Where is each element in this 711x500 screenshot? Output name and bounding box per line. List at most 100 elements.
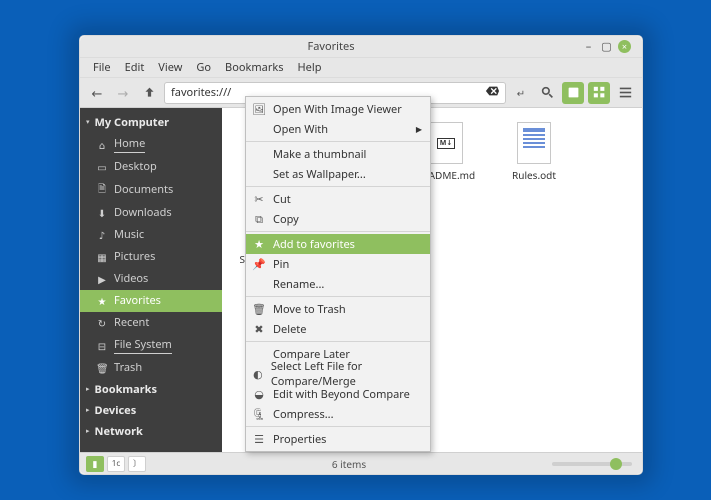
ctx-item[interactable]: ✖ Delete bbox=[246, 319, 430, 339]
toggle-path-button[interactable]: ↵ bbox=[510, 82, 532, 104]
ctx-label: Open With Image Viewer bbox=[273, 102, 402, 117]
pin-icon: 📌 bbox=[252, 257, 266, 271]
pictures-icon: ▦ bbox=[96, 250, 108, 264]
prop-icon: ☰ bbox=[252, 432, 266, 446]
view-list-button[interactable] bbox=[614, 82, 636, 104]
nav-up-button[interactable] bbox=[138, 82, 160, 104]
statusbar: ▮ 1c 〕 6 items bbox=[80, 452, 642, 474]
del-icon: ✖ bbox=[252, 322, 266, 336]
ctx-item[interactable]: ◐Select Left File for Compare/Merge bbox=[246, 364, 430, 384]
zoom-slider[interactable] bbox=[552, 462, 632, 466]
menu-view[interactable]: View bbox=[151, 58, 189, 77]
ctx-label: Copy bbox=[273, 212, 299, 227]
img-icon: 🖼 bbox=[252, 102, 266, 116]
disk-icon: ⊟ bbox=[96, 339, 108, 353]
ctx-item[interactable]: 🖼 Open With Image Viewer bbox=[246, 99, 430, 119]
show-tree-button[interactable]: 1c bbox=[107, 456, 125, 472]
close-button[interactable]: × bbox=[618, 40, 631, 53]
ctx-item[interactable]: Rename... bbox=[246, 274, 430, 294]
ctx-item[interactable]: Set as Wallpaper... bbox=[246, 164, 430, 184]
blank-icon bbox=[252, 277, 266, 291]
ctx-label: Edit with Beyond Compare bbox=[273, 387, 410, 402]
menu-file[interactable]: File bbox=[86, 58, 118, 77]
zip-icon: 🗜 bbox=[252, 407, 266, 421]
nav-back-button[interactable]: ← bbox=[86, 82, 108, 104]
music-icon: ♪ bbox=[96, 228, 108, 242]
document-icon bbox=[517, 122, 551, 164]
status-text: 6 items bbox=[146, 457, 552, 471]
window-title: Favorites bbox=[80, 39, 582, 54]
ctx-item[interactable]: ◒Edit with Beyond Compare bbox=[246, 384, 430, 404]
ctx-label: Select Left File for Compare/Merge bbox=[271, 359, 422, 389]
file-item[interactable]: Rules.odt bbox=[490, 118, 578, 188]
blank-icon bbox=[252, 147, 266, 161]
sidebar-item-downloads[interactable]: ⬇Downloads bbox=[80, 202, 222, 224]
nav-forward-button[interactable]: → bbox=[112, 82, 134, 104]
sidebar-item-documents[interactable]: 🗎Documents bbox=[80, 178, 222, 202]
sidebar-item-desktop[interactable]: ▭Desktop bbox=[80, 156, 222, 178]
sidebar-section-network[interactable]: Network bbox=[80, 421, 222, 442]
ctx-label: Cut bbox=[273, 192, 291, 207]
sidebar-item-trash[interactable]: 🗑Trash bbox=[80, 357, 222, 379]
ctx-item[interactable]: ⧉Copy bbox=[246, 209, 430, 229]
view-grid-button[interactable] bbox=[588, 82, 610, 104]
ctx-label: Pin bbox=[273, 257, 289, 272]
videos-icon: ▶ bbox=[96, 272, 108, 286]
sidebar-item-pictures[interactable]: ▦Pictures bbox=[80, 246, 222, 268]
show-split-button[interactable]: 〕 bbox=[128, 456, 146, 472]
ctx-item[interactable]: 🗜 Compress... bbox=[246, 404, 430, 424]
ctx-item[interactable]: ☰ Properties bbox=[246, 429, 430, 449]
documents-icon: 🗎 bbox=[96, 181, 108, 199]
desktop-icon: ▭ bbox=[96, 160, 108, 174]
home-icon: ⌂ bbox=[96, 138, 108, 152]
ctx-item[interactable]: Make a thumbnail bbox=[246, 144, 430, 164]
submenu-arrow-icon: ▶ bbox=[416, 124, 422, 135]
ctx-item[interactable]: ★Add to favorites bbox=[246, 234, 430, 254]
sidebar-item-recent[interactable]: ↻Recent bbox=[80, 312, 222, 334]
ctx-label: Rename... bbox=[273, 277, 324, 292]
minimize-button[interactable]: – bbox=[582, 40, 595, 53]
downloads-icon: ⬇ bbox=[96, 206, 108, 220]
show-sidebar-button[interactable]: ▮ bbox=[86, 456, 104, 472]
clear-location-icon[interactable] bbox=[485, 84, 499, 102]
sidebar-item-favorites[interactable]: ★Favorites bbox=[80, 290, 222, 312]
titlebar[interactable]: Favorites – ▢ × bbox=[80, 36, 642, 58]
context-menu: 🖼 Open With Image Viewer Open With ▶ Make a … bbox=[245, 96, 431, 452]
blank-icon bbox=[252, 122, 266, 136]
trash-icon: 🗑 bbox=[96, 361, 108, 375]
maximize-button[interactable]: ▢ bbox=[600, 40, 613, 53]
menu-go[interactable]: Go bbox=[189, 58, 218, 77]
menu-bookmarks[interactable]: Bookmarks bbox=[218, 58, 290, 77]
markdown-icon: M↓ bbox=[429, 122, 463, 164]
sidebar-item-music[interactable]: ♪Music bbox=[80, 224, 222, 246]
menu-edit[interactable]: Edit bbox=[118, 58, 152, 77]
location-text: favorites:/// bbox=[171, 85, 231, 100]
sidebar-section-bookmarks[interactable]: Bookmarks bbox=[80, 379, 222, 400]
ctx-item[interactable]: ✂ Cut bbox=[246, 189, 430, 209]
sidebar-item-home[interactable]: ⌂Home bbox=[80, 133, 222, 156]
sidebar: My Computer ⌂Home ▭Desktop 🗎Documents ⬇D… bbox=[80, 108, 222, 452]
ctx-label: Properties bbox=[273, 432, 326, 447]
cut-icon: ✂ bbox=[252, 192, 266, 206]
view-icons-button[interactable] bbox=[562, 82, 584, 104]
zoom-knob[interactable] bbox=[610, 458, 622, 470]
menu-help[interactable]: Help bbox=[291, 58, 329, 77]
ctx-label: Delete bbox=[273, 322, 306, 337]
star-icon: ★ bbox=[96, 294, 108, 308]
ctx-item[interactable]: 📌 Pin bbox=[246, 254, 430, 274]
blank-icon bbox=[252, 167, 266, 181]
ctx-item[interactable]: 🗑Move to Trash bbox=[246, 299, 430, 319]
sidebar-section-devices[interactable]: Devices bbox=[80, 400, 222, 421]
ctx-label: Add to favorites bbox=[273, 237, 355, 252]
sidebar-item-videos[interactable]: ▶Videos bbox=[80, 268, 222, 290]
sidebar-section-mycomputer[interactable]: My Computer bbox=[80, 112, 222, 133]
sidebar-item-filesystem[interactable]: ⊟File System bbox=[80, 334, 222, 357]
recent-icon: ↻ bbox=[96, 316, 108, 330]
cmp-icon: ◐ bbox=[252, 367, 264, 381]
menubar: File Edit View Go Bookmarks Help bbox=[80, 58, 642, 78]
ctx-label: Set as Wallpaper... bbox=[273, 167, 366, 182]
ctx-label: Open With bbox=[273, 122, 328, 137]
search-button[interactable] bbox=[536, 82, 558, 104]
ctx-item[interactable]: Open With ▶ bbox=[246, 119, 430, 139]
ctx-label: Compress... bbox=[273, 407, 334, 422]
